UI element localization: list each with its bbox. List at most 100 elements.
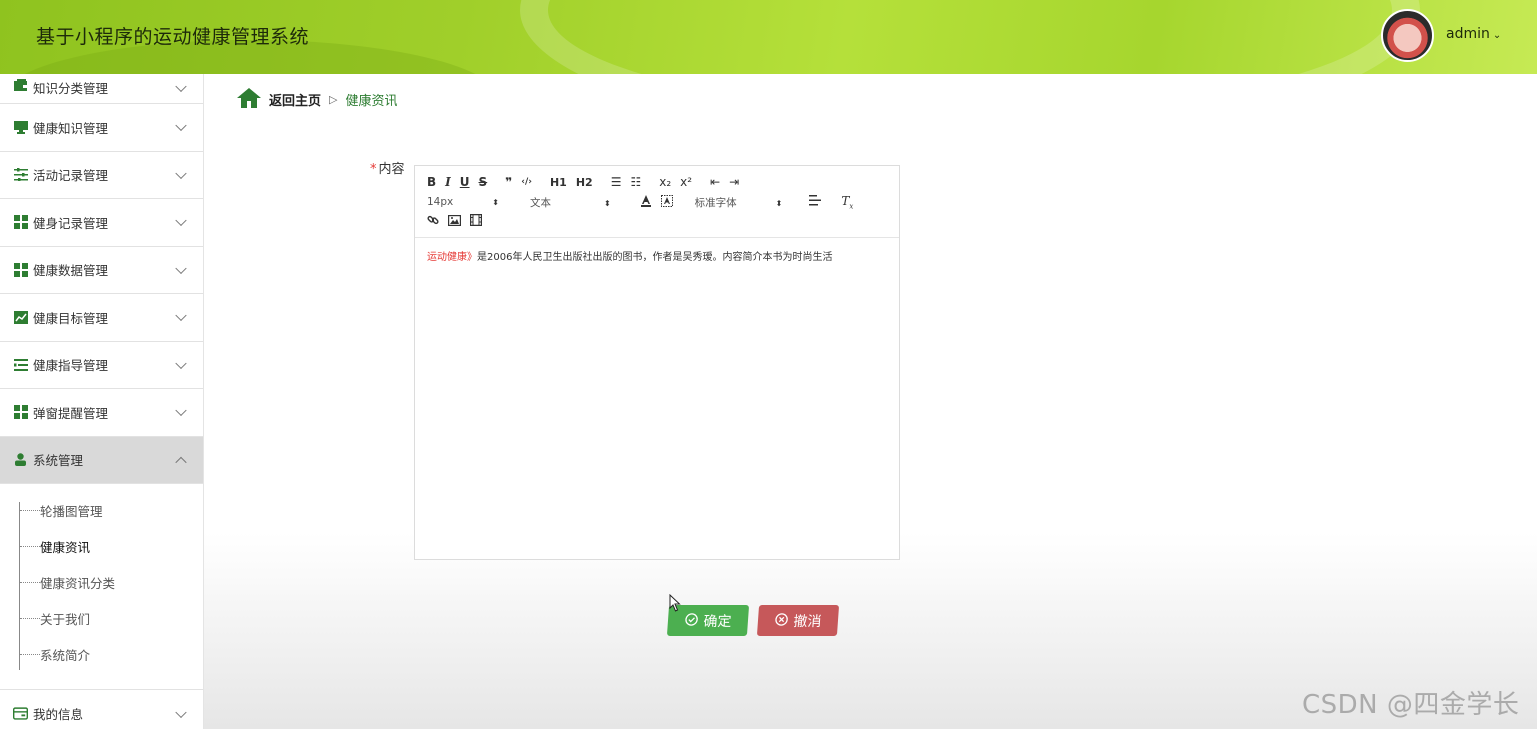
- content-highlight: 运动健康》: [427, 252, 477, 263]
- sidebar-item-label: 活动记录管理: [33, 168, 109, 184]
- sidebar-item-label: 我的信息: [33, 707, 84, 723]
- cancel-button-label: 撤消: [792, 613, 822, 630]
- font-family-value: 标准字体: [694, 196, 737, 209]
- submenu-item-about-us[interactable]: 关于我们: [0, 600, 203, 636]
- chevron-down-icon: [175, 309, 187, 322]
- sidebar-item-label: 健康数据管理: [33, 263, 109, 279]
- background-color-icon[interactable]: [660, 194, 673, 210]
- wallet-icon: [13, 78, 28, 92]
- required-mark: *: [370, 162, 377, 177]
- chevron-down-icon: [175, 262, 187, 274]
- content-field-label: * 内容: [370, 158, 405, 177]
- chevron-down-icon: [175, 214, 187, 227]
- blockquote-button[interactable]: ❞: [505, 175, 512, 189]
- submenu-item-label: 健康资讯: [40, 539, 91, 555]
- font-size-select[interactable]: 14px ⬍: [427, 196, 508, 208]
- card-icon: [13, 707, 28, 721]
- header2-button[interactable]: H2: [576, 176, 593, 189]
- app-title: 基于小程序的运动健康管理系统: [36, 26, 310, 48]
- tree-connector: [20, 581, 40, 583]
- watermark: CSDN @四金学长: [1302, 690, 1520, 720]
- toolbar-row-selects: 14px ⬍ 文本 ⬍ 标准字体 ⬍ Tx: [427, 194, 862, 210]
- italic-button[interactable]: I: [445, 175, 451, 189]
- code-block-button[interactable]: ‹/›: [521, 177, 532, 187]
- font-color-icon[interactable]: [640, 194, 652, 210]
- grid-icon: [13, 215, 28, 230]
- cancel-button[interactable]: 撤消: [756, 605, 840, 636]
- bold-button[interactable]: B: [427, 175, 436, 189]
- sliders-icon: [13, 168, 28, 182]
- rich-text-editor[interactable]: B I U S ❞ ‹/› H1 H2 ☰ ☷ x₂ x² ⇤ ⇥ 14px ⬍ …: [414, 165, 900, 560]
- sidebar-item-health-knowledge[interactable]: 健康知识管理: [0, 104, 203, 152]
- submenu-item-label: 系统简介: [40, 647, 91, 663]
- submenu-item-label: 健康资讯分类: [40, 575, 116, 591]
- video-icon[interactable]: [470, 214, 483, 229]
- image-icon[interactable]: [448, 214, 462, 229]
- chevron-down-icon: [175, 357, 187, 369]
- header1-button[interactable]: H1: [550, 176, 567, 189]
- updown-icon: ⬍: [603, 198, 611, 208]
- chevron-down-icon: [175, 706, 187, 718]
- sidebar-item-popup-reminder[interactable]: 弹窗提醒管理: [0, 389, 203, 437]
- sidebar-item-label: 健康指导管理: [33, 358, 109, 374]
- chevron-up-icon: [175, 456, 187, 468]
- outdent-button[interactable]: ⇤: [710, 175, 720, 189]
- updown-icon: ⬍: [775, 198, 783, 208]
- chevron-down-icon: ⌄: [1492, 30, 1502, 41]
- header-decoration: [520, 0, 1420, 74]
- ordered-list-button[interactable]: ☰: [611, 175, 622, 189]
- superscript-button[interactable]: x²: [680, 175, 692, 189]
- content-text: 是2006年人民卫生出版社出版的图书，作者是吴秀瑷。内容简介本书为时尚生活: [477, 252, 833, 263]
- check-circle-icon: [684, 612, 698, 629]
- header-select[interactable]: 文本 ⬍: [530, 195, 620, 210]
- underline-button[interactable]: U: [460, 175, 470, 189]
- user-menu[interactable]: admin ⌄: [1446, 26, 1501, 42]
- tree-connector: [20, 617, 40, 619]
- toolbar-row-media: [427, 214, 491, 229]
- home-icon[interactable]: [237, 88, 261, 111]
- sidebar-item-label: 系统管理: [33, 453, 84, 469]
- breadcrumb: 返回主页 ▷ 健康资讯: [237, 88, 398, 111]
- grid-icon: [13, 262, 28, 277]
- system-submenu: 轮播图管理 健康资讯 健康资讯分类 关于我们 系统简介: [0, 484, 203, 690]
- username: admin: [1446, 26, 1490, 42]
- link-icon[interactable]: [427, 214, 439, 229]
- breadcrumb-home-link[interactable]: 返回主页: [269, 90, 321, 109]
- sidebar-item-health-goal[interactable]: 健康目标管理: [0, 294, 203, 342]
- content-label-text: 内容: [378, 162, 405, 177]
- main-content: 返回主页 ▷ 健康资讯 * 内容 B I U S ❞ ‹/› H1 H2 ☰ ☷ …: [204, 74, 1537, 729]
- editor-content[interactable]: 运动健康》是2006年人民卫生出版社出版的图书，作者是吴秀瑷。内容简介本书为时尚…: [415, 238, 899, 273]
- sidebar-item-system-management[interactable]: 系统管理: [0, 436, 203, 484]
- sidebar-item-health-data[interactable]: 健康数据管理: [0, 247, 203, 294]
- tree-connector: [20, 545, 40, 547]
- sidebar-item-fitness-record[interactable]: 健身记录管理: [0, 199, 203, 247]
- submenu-item-news-category[interactable]: 健康资讯分类: [0, 564, 203, 600]
- sidebar-item-activity-record[interactable]: 活动记录管理: [0, 152, 203, 199]
- align-left-icon[interactable]: [809, 195, 822, 209]
- strike-button[interactable]: S: [479, 175, 488, 189]
- chevron-down-icon: [175, 80, 187, 93]
- line-chart-icon: [13, 310, 28, 324]
- chevron-down-icon: [175, 119, 187, 132]
- sidebar-item-label: 弹窗提醒管理: [33, 405, 109, 421]
- list-indent-icon: [13, 358, 28, 372]
- indent-button[interactable]: ⇥: [729, 175, 739, 189]
- font-family-select[interactable]: 标准字体 ⬍: [695, 195, 792, 210]
- submenu-item-health-news[interactable]: 健康资讯: [0, 528, 203, 564]
- bullet-list-button[interactable]: ☷: [630, 175, 641, 189]
- mouse-cursor-icon: [669, 593, 681, 616]
- header-select-value: 文本: [529, 196, 551, 209]
- monitor-icon: [13, 120, 28, 134]
- submenu-item-carousel[interactable]: 轮播图管理: [0, 492, 203, 528]
- subscript-button[interactable]: x₂: [659, 175, 671, 189]
- sidebar-item-my-info[interactable]: 我的信息: [0, 690, 203, 729]
- clear-format-icon[interactable]: Tx: [841, 194, 853, 210]
- sidebar-item-knowledge-category[interactable]: 知识分类管理: [0, 74, 203, 104]
- avatar[interactable]: [1381, 9, 1434, 62]
- sidebar-item-health-guidance[interactable]: 健康指导管理: [0, 342, 203, 389]
- sidebar: 知识分类管理 健康知识管理 活动记录管理 健身记录管理 健康数据管理 健康目标管…: [0, 74, 204, 729]
- submenu-item-system-intro[interactable]: 系统简介: [0, 636, 203, 672]
- sidebar-item-label: 健身记录管理: [33, 215, 109, 231]
- sidebar-item-label: 健康知识管理: [33, 120, 109, 136]
- sidebar-item-label: 健康目标管理: [33, 310, 109, 326]
